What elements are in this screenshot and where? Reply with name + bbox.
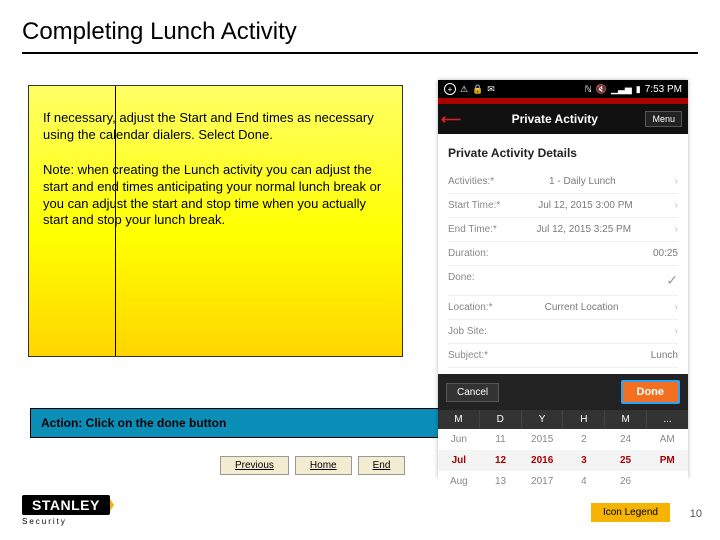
mute-icon: 🔇 bbox=[596, 84, 607, 95]
nfc-icon: ℕ bbox=[585, 84, 592, 95]
label-subject: Subject:* bbox=[448, 350, 488, 361]
dial-cell: AM bbox=[646, 429, 688, 450]
value-location: Current Location bbox=[545, 302, 619, 313]
app-bar: ⟵ Private Activity Menu bbox=[438, 104, 688, 134]
dial-cell: 3 bbox=[563, 450, 605, 471]
dial-cell bbox=[646, 471, 688, 492]
done-button[interactable]: Done bbox=[621, 380, 681, 404]
note-paragraph-1: If necessary, adjust the Start and End t… bbox=[43, 110, 388, 144]
dial-row-selected[interactable]: Jul 12 2016 3 25 PM bbox=[438, 450, 688, 471]
details-panel: Private Activity Details Activities:* 1 … bbox=[438, 134, 688, 374]
row-location[interactable]: Location:* Current Location bbox=[448, 296, 678, 320]
dial-cell: Jul bbox=[438, 450, 480, 471]
instruction-note: If necessary, adjust the Start and End t… bbox=[28, 85, 403, 357]
dial-cell: 25 bbox=[605, 450, 647, 471]
dial-cell: 2 bbox=[563, 429, 605, 450]
value-duration: 00:25 bbox=[653, 248, 678, 259]
row-start-time[interactable]: Start Time:* Jul 12, 2015 3:00 PM bbox=[448, 194, 678, 218]
dial-row-prev[interactable]: Jun 11 2015 2 24 AM bbox=[438, 429, 688, 450]
brand-logo: STANLEY Security bbox=[22, 495, 114, 526]
label-start: Start Time:* bbox=[448, 200, 500, 211]
title-rule bbox=[22, 52, 698, 54]
checkmark-icon: ✓ bbox=[666, 272, 678, 289]
dial-cell: Aug bbox=[438, 471, 480, 492]
row-activities[interactable]: Activities:* 1 - Daily Lunch bbox=[448, 170, 678, 194]
dial-hdr-min: M bbox=[605, 410, 647, 429]
dial-hdr-month: M bbox=[438, 410, 480, 429]
plus-icon: + bbox=[444, 83, 456, 95]
dial-cell: 2015 bbox=[521, 429, 563, 450]
label-duration: Duration: bbox=[448, 248, 489, 259]
cancel-button[interactable]: Cancel bbox=[446, 383, 499, 402]
app-title: Private Activity bbox=[464, 112, 645, 126]
dial-cell: 4 bbox=[563, 471, 605, 492]
value-activities: 1 - Daily Lunch bbox=[549, 176, 616, 187]
row-done[interactable]: Done: ✓ bbox=[448, 266, 678, 296]
dial-hdr-year: Y bbox=[522, 410, 564, 429]
wifi-icon: ▁▃▅ bbox=[611, 84, 632, 95]
label-activities: Activities:* bbox=[448, 176, 494, 187]
label-location: Location:* bbox=[448, 302, 492, 313]
phone-screenshot: + ⚠ 🔒 ✉ ℕ 🔇 ▁▃▅ ▮ 7:53 PM ⟵ Private Acti… bbox=[438, 80, 688, 478]
menu-button[interactable]: Menu bbox=[645, 111, 682, 127]
icon-legend-button[interactable]: Icon Legend bbox=[591, 503, 670, 522]
mail-icon: ✉ bbox=[487, 84, 495, 95]
value-end: Jul 12, 2015 3:25 PM bbox=[537, 224, 632, 235]
back-icon[interactable]: ⟵ bbox=[438, 111, 464, 128]
dial-cell: 11 bbox=[480, 429, 522, 450]
warning-icon: ⚠ bbox=[460, 84, 468, 95]
dial-hdr-hour: H bbox=[563, 410, 605, 429]
page-title: Completing Lunch Activity bbox=[22, 18, 297, 46]
dial-hdr-day: D bbox=[480, 410, 522, 429]
note-paragraph-2: Note: when creating the Lunch activity y… bbox=[43, 162, 388, 230]
nav-buttons: Previous Home End bbox=[220, 456, 405, 475]
dial-cell: 2017 bbox=[521, 471, 563, 492]
status-bar: + ⚠ 🔒 ✉ ℕ 🔇 ▁▃▅ ▮ 7:53 PM bbox=[438, 80, 688, 98]
dial-row-next[interactable]: Aug 13 2017 4 26 bbox=[438, 471, 688, 492]
label-jobsite: Job Site: bbox=[448, 326, 487, 337]
value-subject: Lunch bbox=[651, 350, 678, 361]
dial-header: M D Y H M ... bbox=[438, 410, 688, 429]
button-row: Cancel Done bbox=[438, 374, 688, 410]
home-button[interactable]: Home bbox=[295, 456, 352, 475]
label-done: Done: bbox=[448, 272, 475, 289]
dial-cell: 12 bbox=[480, 450, 522, 471]
label-end: End Time:* bbox=[448, 224, 497, 235]
row-subject[interactable]: Subject:* Lunch bbox=[448, 344, 678, 368]
dial-cell: 24 bbox=[605, 429, 647, 450]
previous-button[interactable]: Previous bbox=[220, 456, 289, 475]
action-text: Action: Click on the done button bbox=[41, 416, 226, 430]
logo-subtext: Security bbox=[22, 517, 114, 526]
dial-cell: 2016 bbox=[521, 450, 563, 471]
logo-text: STANLEY bbox=[22, 495, 110, 515]
dial-cell: 13 bbox=[480, 471, 522, 492]
battery-icon: ▮ bbox=[636, 84, 641, 95]
status-clock: 7:53 PM bbox=[645, 84, 682, 95]
row-duration: Duration: 00:25 bbox=[448, 242, 678, 266]
dial-cell: PM bbox=[646, 450, 688, 471]
dial-cell: Jun bbox=[438, 429, 480, 450]
page-number: 10 bbox=[690, 508, 702, 520]
details-header: Private Activity Details bbox=[448, 146, 678, 160]
value-start: Jul 12, 2015 3:00 PM bbox=[538, 200, 633, 211]
dial-hdr-ampm: ... bbox=[647, 410, 688, 429]
row-end-time[interactable]: End Time:* Jul 12, 2015 3:25 PM bbox=[448, 218, 678, 242]
row-jobsite[interactable]: Job Site: bbox=[448, 320, 678, 344]
lock-icon: 🔒 bbox=[472, 84, 483, 95]
dial-cell: 26 bbox=[605, 471, 647, 492]
end-button[interactable]: End bbox=[358, 456, 406, 475]
